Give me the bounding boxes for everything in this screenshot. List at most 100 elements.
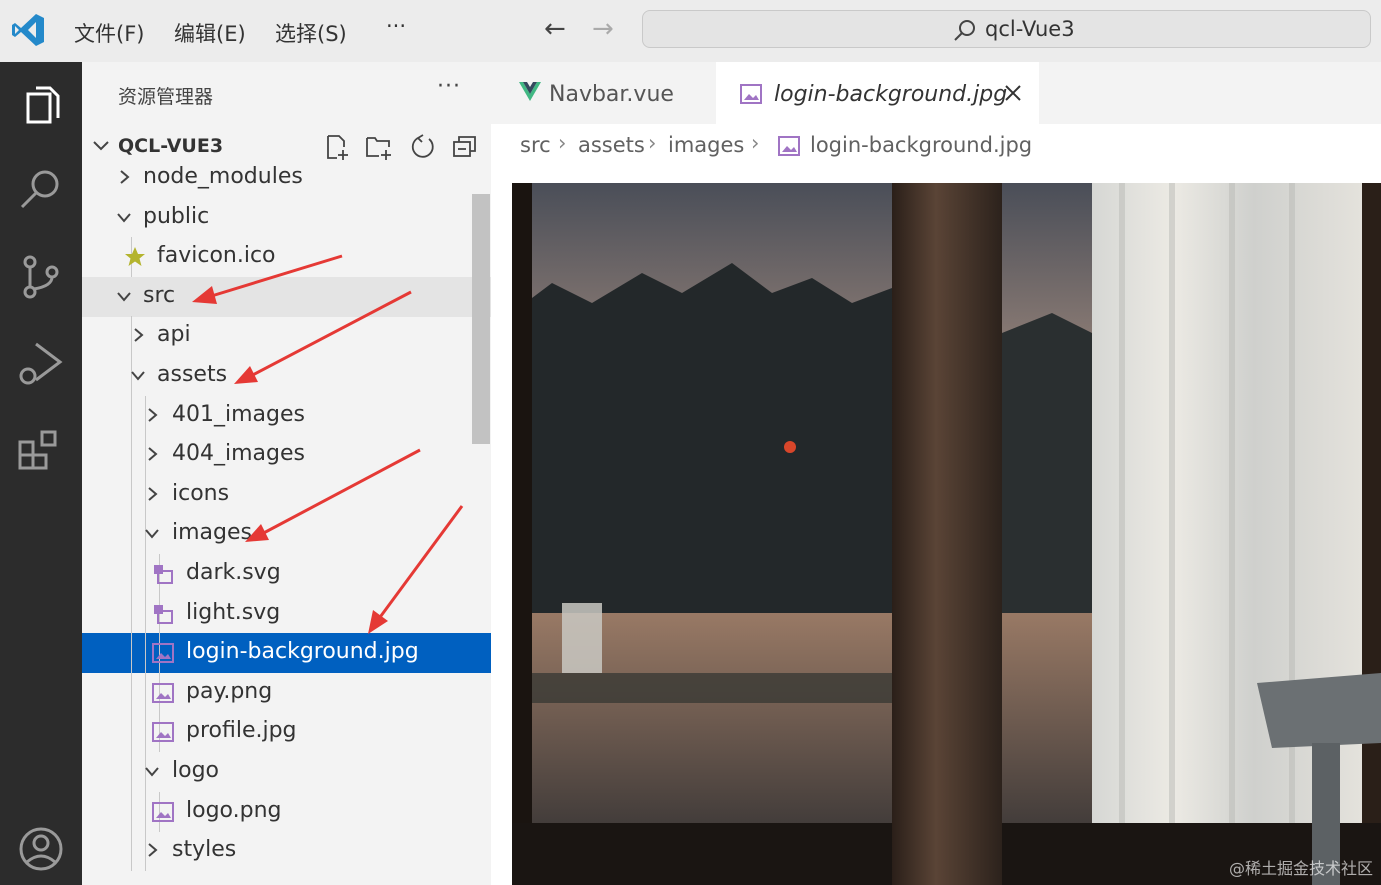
tree-item-label: styles	[172, 837, 237, 863]
back-arrow-icon[interactable]: ←	[544, 14, 566, 44]
breadcrumb-separator-icon: ›	[751, 131, 760, 155]
image-icon	[152, 643, 174, 664]
indent-guide	[131, 712, 132, 753]
indent-guide	[131, 514, 132, 555]
tab-label: Navbar.vue	[549, 82, 674, 107]
tree-item-pay-png[interactable]: pay.png	[82, 672, 491, 713]
tree-item-favicon-ico[interactable]: favicon.ico	[82, 237, 491, 278]
title-bar: 文件(F) 编辑(E) 选择(S) ··· ← → qcl-Vue3	[0, 0, 1381, 62]
command-center-search[interactable]: qcl-Vue3	[642, 10, 1371, 48]
indent-guide	[131, 672, 132, 713]
tree-item-label: assets	[157, 362, 228, 387]
indent-guide	[131, 791, 132, 832]
login-background-image	[512, 183, 1381, 885]
search-icon[interactable]	[14, 162, 68, 216]
breadcrumb-assets[interactable]: assets	[578, 133, 645, 157]
tree-item-label: public	[143, 203, 210, 229]
image-icon	[152, 682, 174, 703]
tree-item-login-background-jpg[interactable]: login-background.jpg	[82, 633, 491, 674]
search-icon	[954, 20, 975, 41]
tree-item-label: icons	[172, 480, 230, 506]
indent-guide	[131, 593, 132, 634]
breadcrumb-file[interactable]: login-background.jpg	[810, 133, 1032, 157]
indent-guide	[145, 633, 146, 674]
chevron-right-icon	[148, 407, 158, 422]
menu-selection[interactable]: 选择(S)	[275, 18, 347, 48]
close-icon[interactable]	[1004, 84, 1022, 102]
tree-item-label: logo.png	[186, 797, 282, 823]
chevron-down-icon	[145, 529, 159, 539]
new-file-icon[interactable]	[323, 133, 351, 161]
explorer-sidebar: 资源管理器 ··· QCL-VUE3 node_modulespublic fav…	[82, 62, 491, 885]
indent-guide	[145, 791, 146, 832]
tree-item-dark-svg[interactable]: dark.svg	[82, 554, 491, 594]
indent-guide	[131, 554, 132, 594]
breadcrumb-separator-icon: ›	[558, 131, 567, 155]
run-debug-icon[interactable]	[14, 336, 68, 390]
tree-item-light-svg[interactable]: light.svg	[82, 593, 491, 634]
chevron-right-icon	[148, 843, 158, 857]
tree-item-404-images[interactable]: 404_images	[82, 435, 491, 476]
project-name: QCL-VUE3	[118, 135, 224, 157]
chevron-down-icon	[93, 141, 109, 151]
breadcrumb-src[interactable]: src	[520, 133, 551, 157]
account-icon[interactable]	[14, 822, 68, 876]
command-center-text: qcl-Vue3	[985, 17, 1075, 41]
menu-more[interactable]: ···	[386, 14, 406, 38]
tab-login-background[interactable]: login-background.jpg	[716, 62, 1039, 124]
chevron-right-icon	[148, 487, 158, 501]
indent-guide	[131, 752, 132, 792]
tree-item-label: light.svg	[186, 599, 281, 625]
vscode-logo-icon[interactable]	[10, 12, 46, 48]
refresh-icon[interactable]	[409, 133, 437, 161]
indent-guide	[131, 831, 132, 872]
breadcrumb-separator-icon: ›	[648, 131, 657, 155]
breadcrumb-images[interactable]: images	[668, 133, 744, 157]
tree-item-api[interactable]: api	[82, 316, 491, 357]
indent-guide	[131, 474, 132, 515]
tree-item-logo[interactable]: logo	[82, 752, 491, 792]
tree-item-label: 401_images	[172, 401, 305, 427]
tree-item-styles[interactable]: styles	[82, 831, 491, 872]
extensions-icon[interactable]	[14, 424, 68, 478]
forward-arrow-icon[interactable]: →	[592, 14, 614, 44]
tree-item-label: favicon.ico	[157, 243, 276, 269]
chevron-right-icon	[148, 447, 158, 461]
explorer-icon[interactable]	[14, 80, 68, 134]
tree-item-profile-jpg[interactable]: profile.jpg	[82, 712, 491, 753]
tree-item-assets[interactable]: assets	[82, 356, 491, 396]
menu-edit[interactable]: 编辑(E)	[174, 18, 246, 48]
tree-item-label: node_modules	[143, 164, 303, 189]
tree-item-src[interactable]: src	[82, 276, 491, 317]
tree-item-label: dark.svg	[186, 560, 281, 585]
indent-guide	[145, 554, 146, 594]
indent-guide	[131, 633, 132, 674]
tree-item-label: login-background.jpg	[186, 639, 419, 665]
watermark: @稀土掘金技术社区	[1228, 859, 1373, 878]
tab-navbar-vue[interactable]: Navbar.vue	[491, 62, 716, 124]
chevron-right-icon	[120, 170, 130, 184]
image-preview: @稀土掘金技术社区	[512, 183, 1381, 885]
tree-item-public[interactable]: public	[82, 198, 491, 238]
star-icon	[125, 247, 145, 267]
breadcrumb: src › assets › images › login-background…	[491, 124, 1381, 170]
chevron-down-icon	[117, 212, 131, 223]
source-control-icon[interactable]	[14, 250, 68, 304]
sidebar-scrollbar[interactable]	[472, 194, 490, 444]
editor-tab-bar: Navbar.vue login-background.jpg	[491, 62, 1381, 124]
tree-item-label: src	[143, 282, 176, 308]
explorer-title: 资源管理器	[118, 86, 214, 108]
svg-file-icon	[154, 604, 173, 624]
vue-icon	[519, 82, 541, 101]
tree-item-node-modules[interactable]: node_modules	[82, 158, 491, 198]
tree-item-logo-png[interactable]: logo.png	[82, 791, 491, 832]
svg-file-icon	[154, 565, 173, 584]
tree-item-401-images[interactable]: 401_images	[82, 395, 491, 436]
tree-item-icons[interactable]: icons	[82, 474, 491, 515]
menu-file[interactable]: 文件(F)	[74, 18, 144, 48]
explorer-more-button[interactable]: ···	[437, 74, 461, 99]
tree-item-images[interactable]: images	[82, 514, 491, 555]
collapse-all-icon[interactable]	[451, 133, 479, 161]
new-folder-icon[interactable]	[365, 133, 393, 161]
image-icon	[152, 801, 174, 822]
